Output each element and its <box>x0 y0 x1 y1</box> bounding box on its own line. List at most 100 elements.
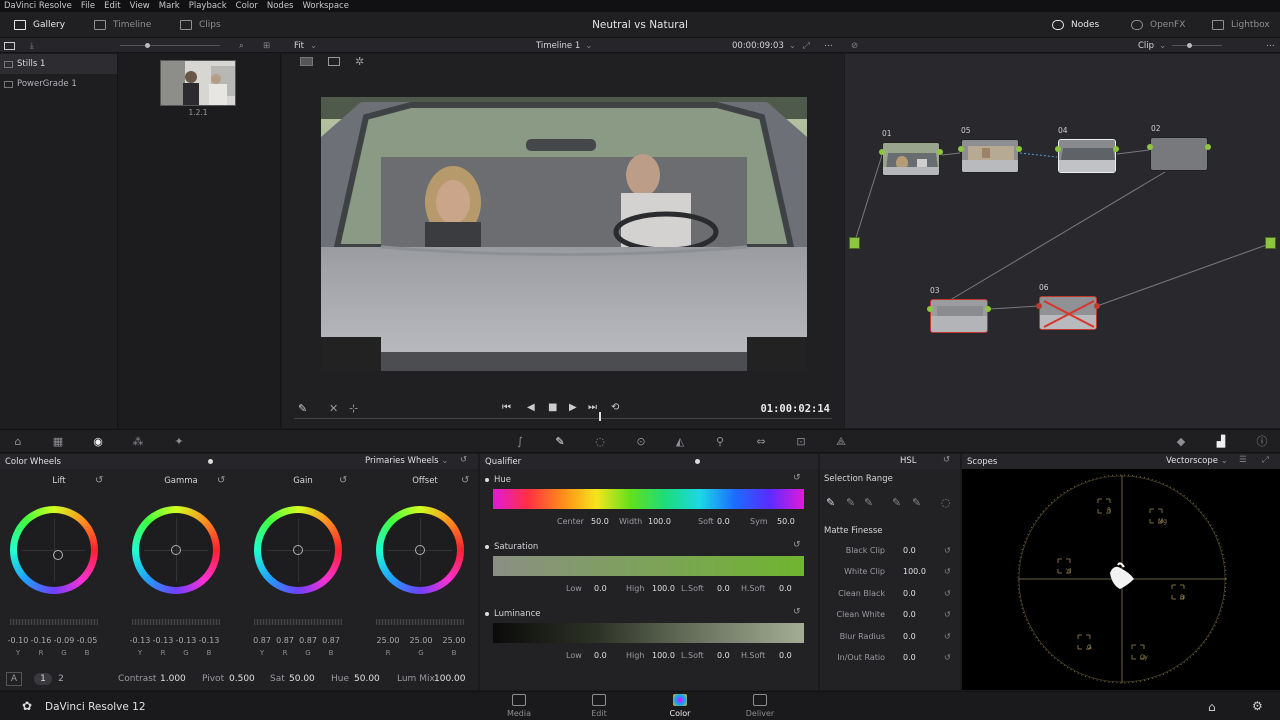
node-input-pin[interactable] <box>1055 146 1061 152</box>
page-2-button[interactable]: 2 <box>55 673 67 685</box>
reset-icon[interactable]: ↺ <box>339 475 347 486</box>
more-options-icon[interactable]: ⋯ <box>824 38 833 53</box>
page-tab-color[interactable]: Color <box>650 694 710 718</box>
playhead[interactable] <box>599 412 601 421</box>
page-dot[interactable] <box>208 459 213 464</box>
reset-icon[interactable]: ↺ <box>944 567 951 576</box>
reset-icon[interactable]: ↺ <box>217 475 225 486</box>
go-to-start-icon[interactable]: ⏮ <box>502 402 511 413</box>
offset-master-slider[interactable] <box>376 619 464 625</box>
menu-nodes[interactable]: Nodes <box>267 1 294 11</box>
nodes-button[interactable]: Nodes <box>1052 12 1099 38</box>
node-output-pin[interactable] <box>1113 146 1119 152</box>
page-tab-edit[interactable]: Edit <box>569 694 629 718</box>
menu-playback[interactable]: Playback <box>189 1 227 11</box>
node-01[interactable] <box>882 142 940 176</box>
row-value[interactable]: 0.0 <box>903 546 916 555</box>
menu-color[interactable]: Color <box>236 1 258 11</box>
grab-still-icon[interactable]: ⤓ <box>30 38 34 53</box>
info-icon[interactable]: ⓘ <box>1256 436 1268 448</box>
loop-icon[interactable]: ⟲ <box>611 402 619 413</box>
row-value[interactable]: 0.0 <box>903 589 916 598</box>
hue-value[interactable]: 50.00 <box>354 674 380 684</box>
reset-icon[interactable]: ↺ <box>944 653 951 662</box>
scrubber-track[interactable] <box>294 418 832 419</box>
node-06[interactable] <box>1039 296 1097 330</box>
high-value[interactable]: 100.0 <box>652 651 675 660</box>
reset-icon[interactable]: ↺ <box>944 610 951 619</box>
wheel-value[interactable]: 0.87 <box>251 636 273 645</box>
node-input-pin[interactable] <box>1147 144 1153 150</box>
motion-effects-icon[interactable]: ✦ <box>173 436 185 448</box>
wheel-value[interactable]: -0.13 <box>175 636 197 645</box>
play-icon[interactable]: ▶ <box>569 402 577 413</box>
menu-file[interactable]: File <box>81 1 95 11</box>
saturation-range-bar[interactable] <box>493 556 804 576</box>
scope-settings-icon[interactable]: ☰ <box>1239 455 1247 465</box>
node-output-pin[interactable] <box>1205 144 1211 150</box>
safe-area-icon[interactable] <box>328 57 340 66</box>
clips-button[interactable]: Clips <box>180 12 221 38</box>
album-stills-1[interactable]: Stills 1 <box>0 54 117 74</box>
wheel-value[interactable]: 0.87 <box>274 636 296 645</box>
gain-wheel[interactable] <box>254 506 342 594</box>
eyedropper-icon[interactable]: ✎ <box>298 402 307 415</box>
wheel-value[interactable]: -0.13 <box>198 636 220 645</box>
wheel-puck[interactable] <box>293 545 303 555</box>
bypass-icon[interactable]: ⊘ <box>851 38 858 53</box>
tracker-icon[interactable]: ⊙ <box>635 436 647 448</box>
wheel-value[interactable]: 0.87 <box>320 636 342 645</box>
node-output-pin[interactable] <box>1016 146 1022 152</box>
node-output-pin[interactable] <box>1094 303 1100 309</box>
wheel-value[interactable]: -0.10 <box>7 636 29 645</box>
sym-value[interactable]: 50.0 <box>777 517 795 526</box>
layout-icon[interactable] <box>4 38 15 53</box>
wheel-value[interactable]: -0.05 <box>76 636 98 645</box>
settings-gear-icon[interactable]: ⚙ <box>1252 699 1263 713</box>
hue-range-bar[interactable] <box>493 489 804 509</box>
node-input-pin[interactable] <box>1036 303 1042 309</box>
wheel-puck[interactable] <box>415 545 425 555</box>
reset-icon[interactable]: ↺ <box>95 475 103 486</box>
info-tool-icon[interactable]: ◆ <box>1175 436 1187 448</box>
width-value[interactable]: 100.0 <box>648 517 671 526</box>
wheel-puck[interactable] <box>171 545 181 555</box>
page-tab-deliver[interactable]: Deliver <box>730 694 790 718</box>
lsoft-value[interactable]: 0.0 <box>717 584 730 593</box>
3d-icon[interactable]: ⊡ <box>795 436 807 448</box>
node-05[interactable] <box>961 139 1019 173</box>
row-value[interactable]: 0.0 <box>903 653 916 662</box>
picker-icon[interactable]: ✎ <box>826 496 835 509</box>
reset-icon[interactable]: ↺ <box>793 540 801 550</box>
contrast-value[interactable]: 1.000 <box>160 674 186 684</box>
page-tab-media[interactable]: Media <box>489 694 549 718</box>
wheel-value[interactable]: 25.00 <box>442 636 466 645</box>
primaries-mode-dropdown[interactable]: Primaries Wheels ⌄ <box>365 456 448 466</box>
reset-icon[interactable]: ↺ <box>944 632 951 641</box>
lift-wheel[interactable] <box>10 506 98 594</box>
scope-mode-dropdown[interactable]: Vectorscope ⌄ <box>1166 456 1228 466</box>
menu-app[interactable]: DaVinci Resolve <box>4 1 72 11</box>
still-thumbnail[interactable] <box>160 60 236 106</box>
still-size-slider[interactable] <box>120 38 220 53</box>
wheel-value[interactable]: 0.87 <box>297 636 319 645</box>
key-icon[interactable]: ⚲ <box>714 436 726 448</box>
wheel-value[interactable]: -0.13 <box>129 636 151 645</box>
feather-plus-icon[interactable]: ✎ <box>912 496 921 509</box>
node-03[interactable] <box>930 299 988 333</box>
home-icon[interactable]: ⌂ <box>1208 700 1216 714</box>
row-value[interactable]: 100.0 <box>903 567 926 576</box>
picker-minus-icon[interactable]: ✎ <box>846 496 855 509</box>
node-02[interactable] <box>1150 137 1208 171</box>
wheel-value[interactable]: -0.16 <box>30 636 52 645</box>
node-output-pin[interactable] <box>937 149 943 155</box>
reset-icon[interactable]: ↺ <box>793 607 801 617</box>
reset-icon[interactable]: ↺ <box>943 455 950 465</box>
sat-value[interactable]: 50.00 <box>289 674 315 684</box>
pivot-value[interactable]: 0.500 <box>229 674 255 684</box>
invert-icon[interactable]: ◌ <box>941 496 951 509</box>
lsoft-value[interactable]: 0.0 <box>717 651 730 660</box>
picker-plus-icon[interactable]: ✎ <box>864 496 873 509</box>
viewer-frame[interactable] <box>321 97 807 371</box>
zoom-fit-dropdown[interactable]: Fit ⌄ <box>294 38 317 53</box>
